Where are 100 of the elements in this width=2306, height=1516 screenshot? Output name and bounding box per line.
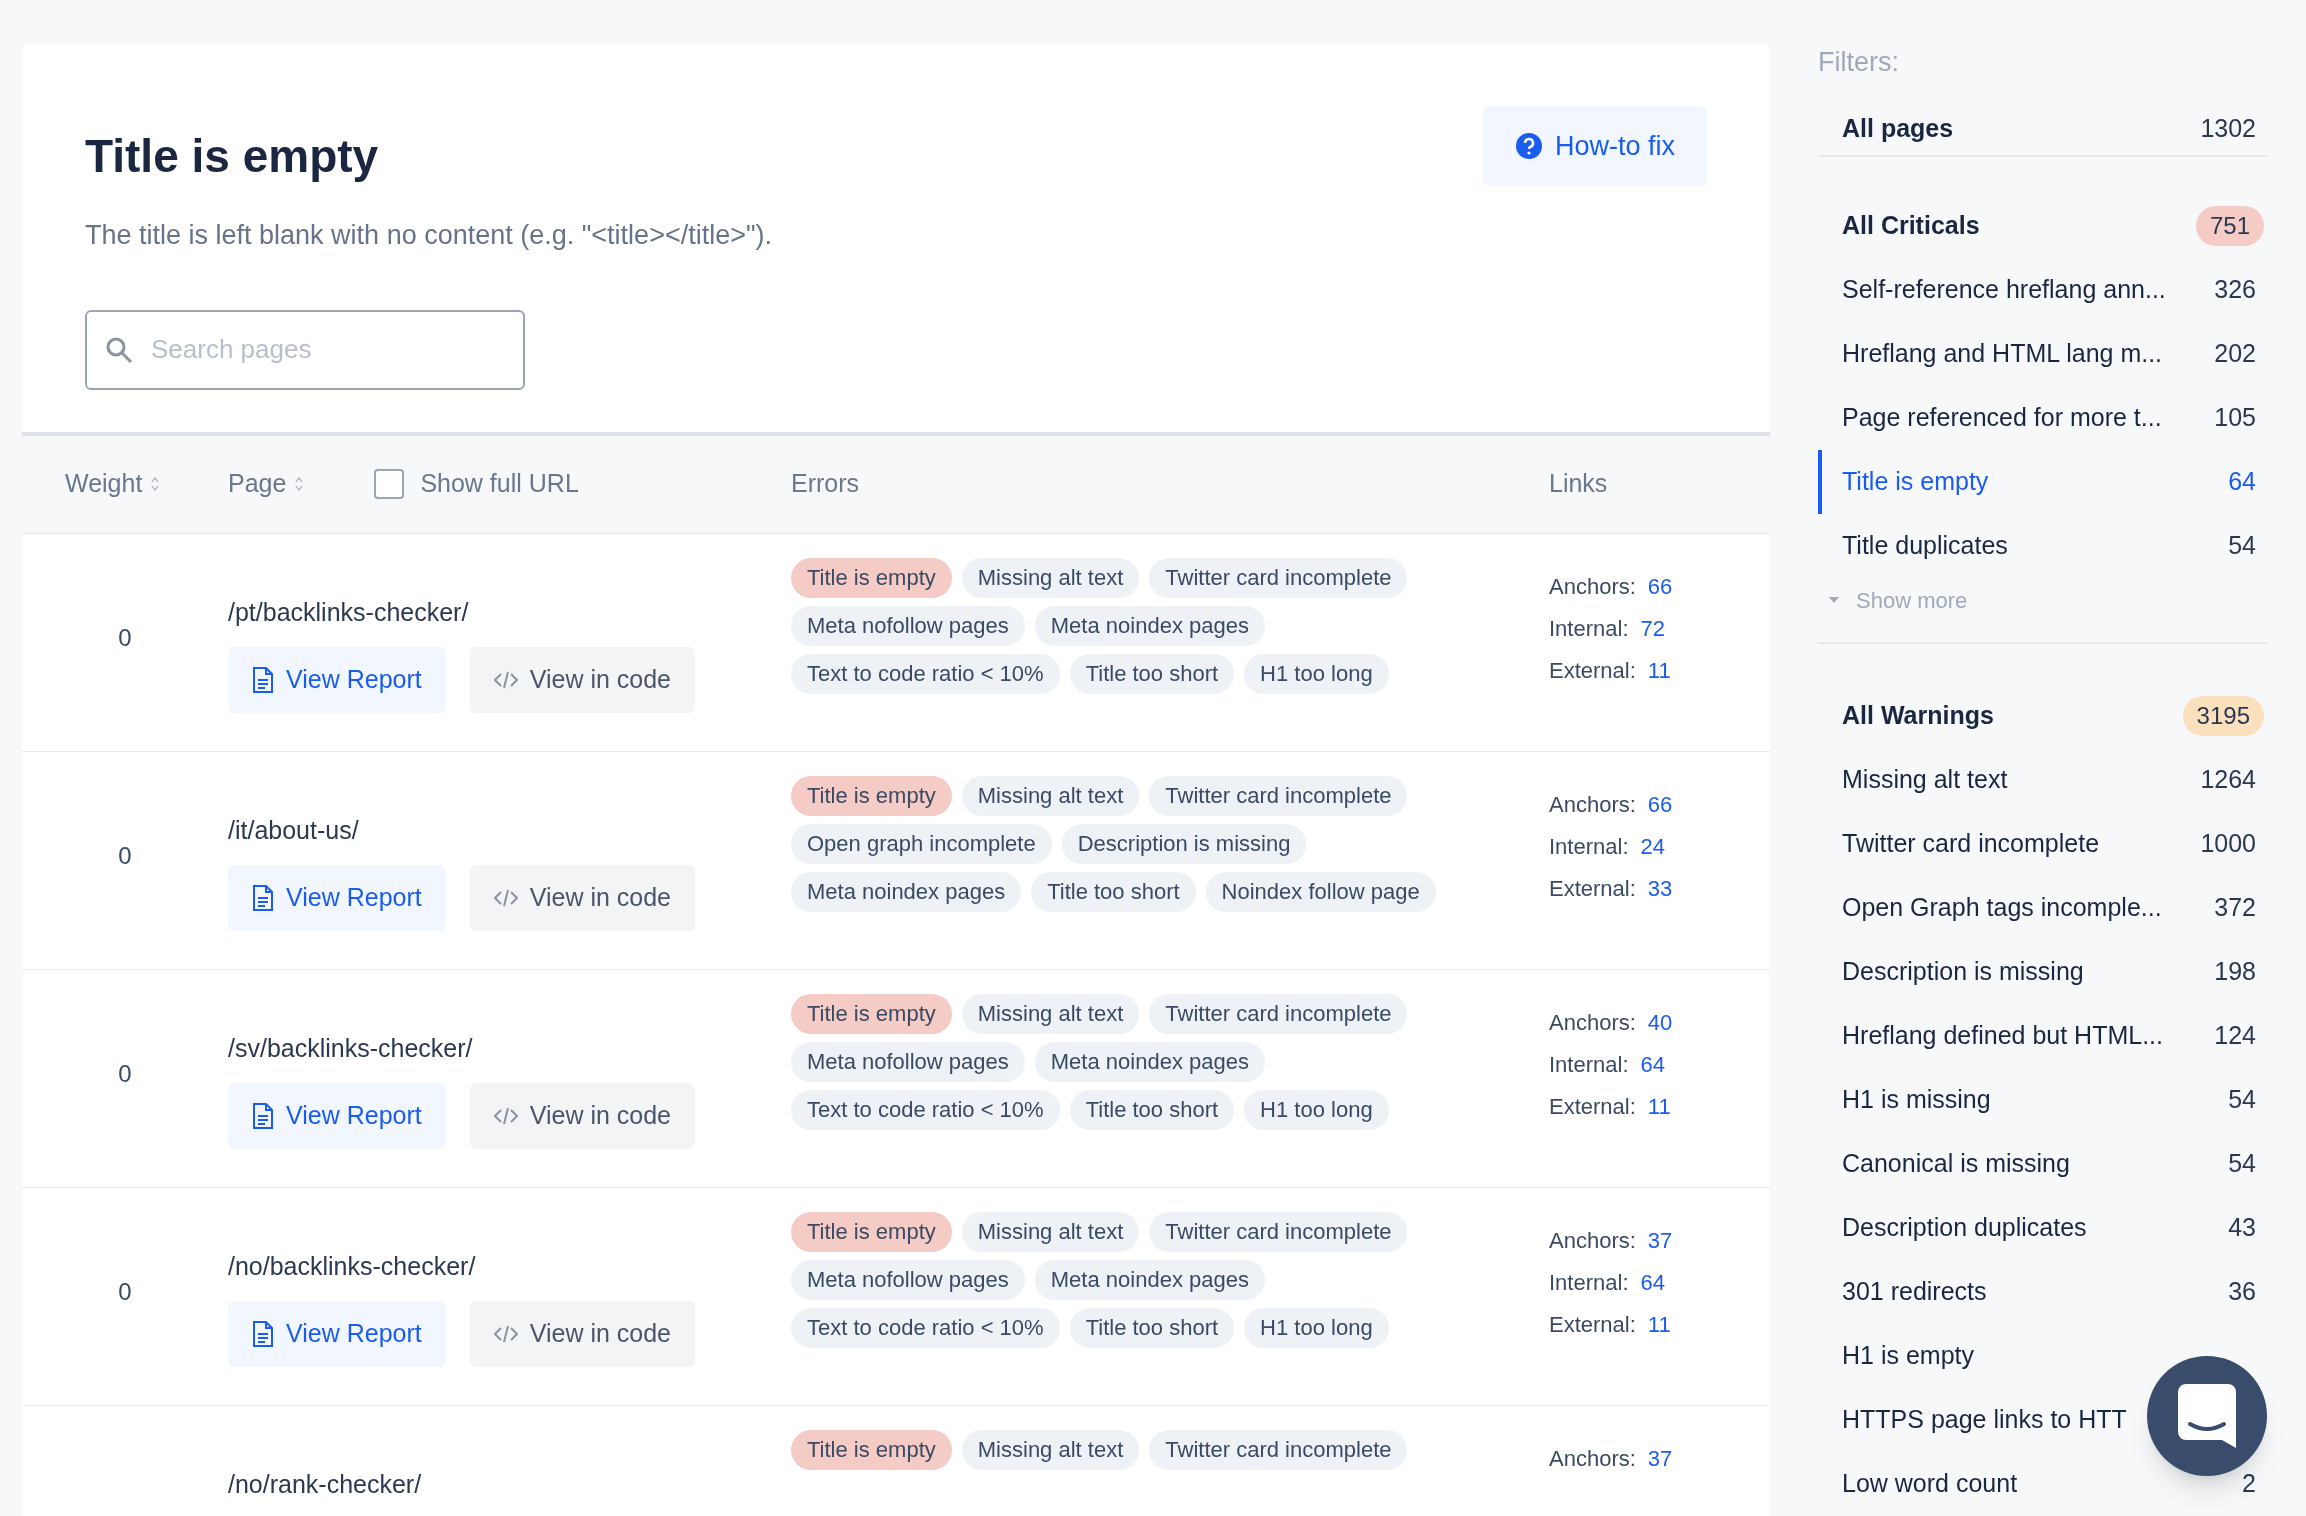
checkbox[interactable] (374, 469, 405, 499)
view-code-button[interactable]: View in code (469, 1301, 695, 1367)
column-header: Errors (791, 468, 860, 500)
chat-icon (2178, 1384, 2236, 1448)
page-path: /no/rank-checker/ (228, 1468, 423, 1500)
error-tag: Missing alt text (961, 993, 1140, 1034)
document-icon (252, 667, 274, 693)
code-icon (493, 1106, 518, 1126)
error-tag: Twitter card incomplete (1149, 557, 1408, 598)
error-tag: Missing alt text (961, 775, 1140, 816)
filter-item[interactable]: Page referenced for more t... 105 (1818, 386, 2268, 450)
filter-item[interactable]: Hreflang defined but HTML... 124 (1818, 1004, 2268, 1068)
link-label: Internal: (1549, 1268, 1629, 1297)
filter-group-title[interactable]: All Warnings (1842, 697, 1994, 735)
link-count[interactable]: 66 (1647, 569, 1673, 603)
column-header[interactable]: Page (228, 465, 305, 503)
sort-icon[interactable] (150, 475, 161, 493)
filter-item[interactable]: Hreflang and HTML lang m... 202 (1818, 322, 2268, 386)
error-tag: Title too short (1069, 1089, 1235, 1130)
error-tag: Meta noindex pages (1034, 1259, 1265, 1300)
link-label: External: (1549, 656, 1636, 685)
link-count[interactable]: 11 (1647, 653, 1671, 687)
page-path: /no/backlinks-checker/ (228, 1250, 477, 1282)
count-badge: 3195 (2182, 696, 2264, 736)
column-header: Links (1549, 468, 1608, 500)
document-icon (252, 1321, 274, 1347)
page-title: Title is empty (85, 129, 379, 184)
link-count[interactable]: 11 (1647, 1089, 1671, 1123)
error-tag: Text to code ratio < 10% (791, 653, 1060, 694)
page-path: /pt/backlinks-checker/ (228, 596, 470, 628)
weight-value: 0 (118, 1058, 132, 1089)
view-report-button[interactable]: View Report (228, 1301, 446, 1367)
view-report-button[interactable]: View Report (228, 865, 446, 931)
filter-item[interactable]: H1 is empty (1818, 1324, 2268, 1388)
link-label: Anchors: (1549, 790, 1636, 819)
view-code-button[interactable]: View in code (469, 647, 695, 713)
error-tag: Meta nofollow pages (791, 1041, 1025, 1082)
error-tag: Open graph incomplete (791, 823, 1052, 864)
view-code-button[interactable]: View in code (469, 865, 695, 931)
link-count[interactable]: 37 (1647, 1441, 1673, 1475)
link-count[interactable]: 33 (1647, 871, 1673, 905)
filter-item[interactable]: Title duplicates 54 (1818, 514, 2268, 578)
checkbox-label: Show full URL (420, 468, 579, 500)
page-path: /it/about-us/ (228, 814, 360, 846)
filter-item[interactable]: Title is empty 64 (1818, 450, 2268, 514)
link-label: Internal: (1549, 614, 1629, 643)
code-icon (493, 1324, 518, 1344)
filter-item[interactable]: H1 is missing 54 (1818, 1068, 2268, 1132)
link-count[interactable]: 72 (1640, 611, 1665, 645)
error-tag: Meta nofollow pages (791, 605, 1025, 646)
document-icon (252, 1103, 274, 1129)
link-label: Internal: (1549, 1050, 1629, 1079)
search-icon (105, 335, 133, 364)
error-tag: Title is empty (791, 1211, 952, 1252)
view-code-button[interactable]: View in code (469, 1083, 695, 1149)
view-report-button[interactable]: View Report (228, 647, 446, 713)
link-count[interactable]: 24 (1640, 829, 1665, 863)
error-tag: Missing alt text (961, 557, 1140, 598)
view-report-button[interactable]: View Report (228, 1083, 446, 1149)
link-count[interactable]: 11 (1647, 1307, 1671, 1341)
filter-group-title[interactable]: All Criticals (1842, 207, 1980, 245)
filter-item[interactable]: Missing alt text 1264 (1818, 748, 2268, 812)
link-count[interactable]: 64 (1640, 1047, 1665, 1081)
error-tag: Noindex follow page (1205, 871, 1436, 912)
link-label: Anchors: (1549, 1008, 1636, 1037)
link-count[interactable]: 37 (1647, 1223, 1673, 1257)
link-label: External: (1549, 874, 1636, 903)
error-tag: Description is missing (1061, 823, 1307, 864)
link-count[interactable]: 64 (1640, 1265, 1665, 1299)
error-tag: H1 too long (1244, 653, 1389, 694)
error-tag: Twitter card incomplete (1149, 993, 1408, 1034)
filter-item[interactable]: Description is missing 198 (1818, 940, 2268, 1004)
code-icon (493, 888, 518, 908)
error-tag: Meta noindex pages (1034, 605, 1265, 646)
how-to-fix-button[interactable]: How-to fix (1482, 106, 1707, 186)
code-icon (493, 670, 518, 690)
error-tag: Title is empty (791, 775, 952, 816)
link-count[interactable]: 40 (1647, 1005, 1673, 1039)
filter-item[interactable]: Twitter card incomplete 1000 (1818, 812, 2268, 876)
search-field[interactable]: Search pages (85, 309, 525, 390)
filter-item[interactable]: HTTPS page links to HTT (1818, 1388, 2268, 1452)
filter-item[interactable]: Low word count 2 (1818, 1452, 2268, 1516)
sort-icon[interactable] (294, 475, 305, 493)
error-tag: Meta noindex pages (791, 871, 1022, 912)
caret-icon (1828, 596, 1840, 604)
link-count[interactable]: 66 (1647, 787, 1673, 821)
error-tag: H1 too long (1244, 1089, 1389, 1130)
weight-value: 0 (118, 622, 132, 653)
filter-item[interactable]: Open Graph tags incomple... 372 (1818, 876, 2268, 940)
weight-value: 0 (118, 1276, 132, 1307)
filter-item[interactable]: Canonical is missing 54 (1818, 1132, 2268, 1196)
description-text: The title is left blank with no content (e.g. "<title></title>"). (84, 219, 774, 252)
filter-item[interactable]: All pages 1302 (1818, 102, 2268, 158)
filter-item[interactable]: 301 redirects 36 (1818, 1260, 2268, 1324)
filter-item[interactable]: Self-reference hreflang ann... 326 (1818, 258, 2268, 322)
error-tag: H1 too long (1244, 1307, 1389, 1348)
error-tag: Twitter card incomplete (1149, 775, 1408, 816)
link-label: Anchors: (1549, 1444, 1636, 1473)
column-header[interactable]: Weight (65, 465, 161, 503)
filter-item[interactable]: Description duplicates 43 (1818, 1196, 2268, 1260)
